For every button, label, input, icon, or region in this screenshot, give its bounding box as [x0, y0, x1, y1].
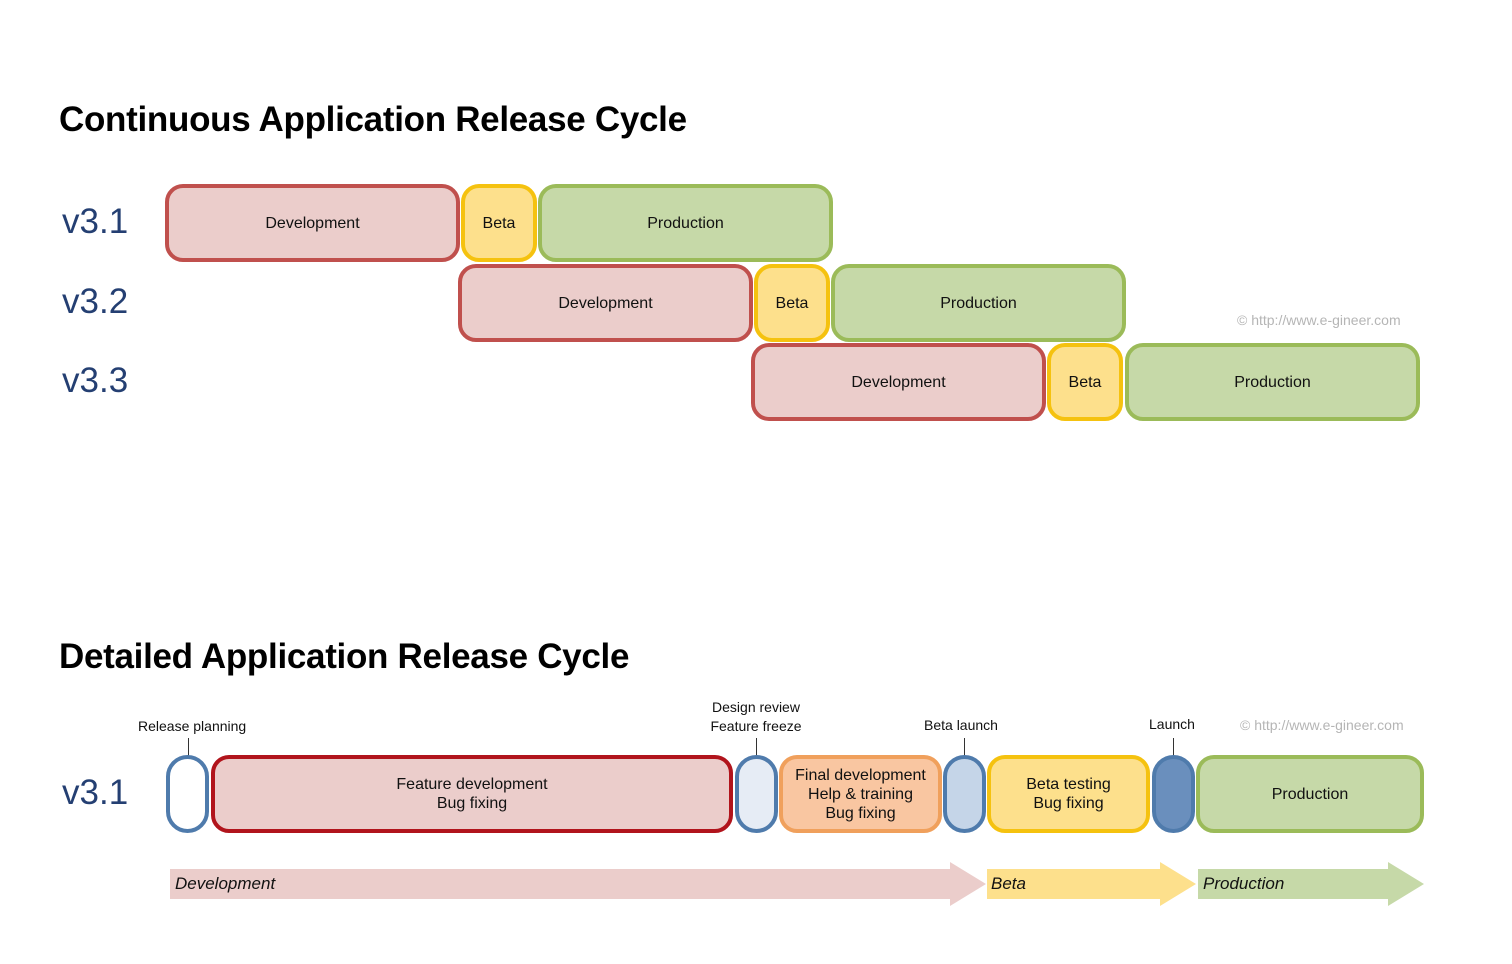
- development-arrow: [170, 862, 986, 906]
- phase-arrows: [170, 862, 1424, 906]
- production-arrow-label: Production: [1203, 874, 1285, 893]
- beta-arrow-label: Beta: [991, 874, 1026, 893]
- development-arrow-label: Development: [175, 874, 276, 893]
